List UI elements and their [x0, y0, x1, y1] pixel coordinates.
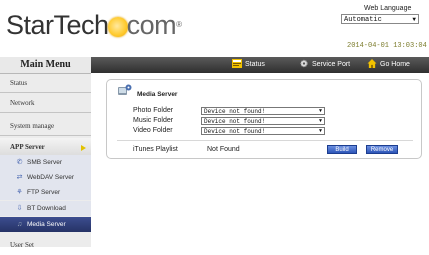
- chevron-down-icon: ▼: [318, 128, 322, 134]
- sidebar-subitem-webdav-server[interactable]: ⇄ WebDAV Server: [0, 170, 91, 185]
- sidebar-item-user-set[interactable]: User Set: [0, 236, 91, 255]
- music-folder-select[interactable]: Device not found! ▼: [201, 117, 325, 125]
- go-home-nav-label: Go Home: [380, 61, 410, 68]
- top-nav-bar: Status Service Port Go Home: [91, 57, 429, 73]
- video-folder-label: Video Folder: [133, 127, 173, 134]
- media-server-icon: ♫: [16, 221, 23, 228]
- video-folder-select[interactable]: Device not found! ▼: [201, 127, 325, 135]
- home-icon: [367, 59, 377, 68]
- ftp-icon: ⚘: [16, 189, 23, 196]
- registered-mark-icon: ®: [176, 20, 182, 29]
- sidebar-item-label: Network: [10, 99, 35, 107]
- header: StarTech com® Web Language Automatic ▼ 20…: [0, 0, 429, 57]
- sidebar: Status Network System manage APP Server …: [0, 74, 91, 249]
- sidebar-subitem-label: WebDAV Server: [27, 174, 75, 181]
- sidebar-subitem-label: Media Server: [27, 221, 66, 228]
- music-folder-value: Device not found!: [204, 118, 266, 125]
- smb-icon: ✆: [16, 159, 23, 166]
- status-nav-button[interactable]: Status: [232, 57, 265, 73]
- sidebar-item-label: Status: [10, 79, 28, 87]
- sidebar-item-status[interactable]: Status: [0, 74, 91, 93]
- photo-folder-value: Device not found!: [204, 108, 266, 115]
- sidebar-subitem-smb-server[interactable]: ✆ SMB Server: [0, 155, 91, 170]
- video-folder-value: Device not found!: [204, 128, 266, 135]
- startech-logo: StarTech com®: [6, 10, 182, 40]
- sidebar-item-label: System manage: [10, 122, 55, 130]
- itunes-playlist-label: iTunes Playlist: [133, 146, 178, 153]
- itunes-playlist-status: Not Found: [207, 146, 240, 153]
- sidebar-item-label: User Set: [10, 241, 34, 249]
- sidebar-subitem-label: BT Download: [27, 205, 66, 212]
- chevron-down-icon: ▼: [318, 118, 322, 124]
- language-select-value: Automatic: [344, 16, 382, 24]
- sidebar-item-network[interactable]: Network: [0, 94, 91, 113]
- sidebar-subitem-bt-download[interactable]: ⇩ BT Download: [0, 201, 91, 216]
- photo-folder-select[interactable]: Device not found! ▼: [201, 107, 325, 115]
- language-select[interactable]: Automatic ▼: [341, 14, 419, 24]
- chevron-down-icon: ▼: [318, 108, 322, 114]
- remove-button[interactable]: Remove: [366, 145, 398, 154]
- sidebar-subitem-ftp-server[interactable]: ⚘ FTP Server: [0, 185, 91, 200]
- service-port-nav-button[interactable]: Service Port: [299, 57, 350, 73]
- datetime-display: 2014-04-01 13:03:04: [347, 42, 427, 50]
- panel-title: Media Server: [137, 91, 178, 98]
- service-port-nav-label: Service Port: [312, 61, 351, 68]
- logo-sun-icon: [107, 17, 128, 37]
- web-language-label: Web Language: [364, 5, 412, 12]
- main-menu-title: Main Menu: [0, 57, 91, 74]
- build-button[interactable]: Build: [327, 145, 357, 154]
- webdav-icon: ⇄: [16, 174, 23, 181]
- logo-text-com: com: [126, 10, 177, 40]
- bt-download-icon: ⇩: [16, 205, 23, 212]
- divider: [117, 140, 413, 141]
- status-nav-label: Status: [245, 61, 265, 68]
- media-server-panel-icon: [118, 84, 132, 95]
- sidebar-subitem-media-server[interactable]: ♫ Media Server: [0, 217, 91, 232]
- photo-folder-label: Photo Folder: [133, 107, 174, 114]
- logo-text-main: StarTech: [6, 10, 109, 40]
- status-icon: [232, 59, 242, 68]
- gear-icon: [300, 59, 308, 68]
- music-folder-label: Music Folder: [133, 117, 174, 124]
- sidebar-item-system-manage[interactable]: System manage: [0, 117, 91, 136]
- sidebar-subitem-label: SMB Server: [27, 159, 63, 166]
- go-home-nav-button[interactable]: Go Home: [367, 57, 410, 73]
- sidebar-item-label: APP Server: [10, 143, 45, 151]
- chevron-down-icon: ▼: [412, 16, 416, 23]
- sidebar-subitem-label: FTP Server: [27, 189, 61, 196]
- expand-arrow-icon: [81, 145, 86, 151]
